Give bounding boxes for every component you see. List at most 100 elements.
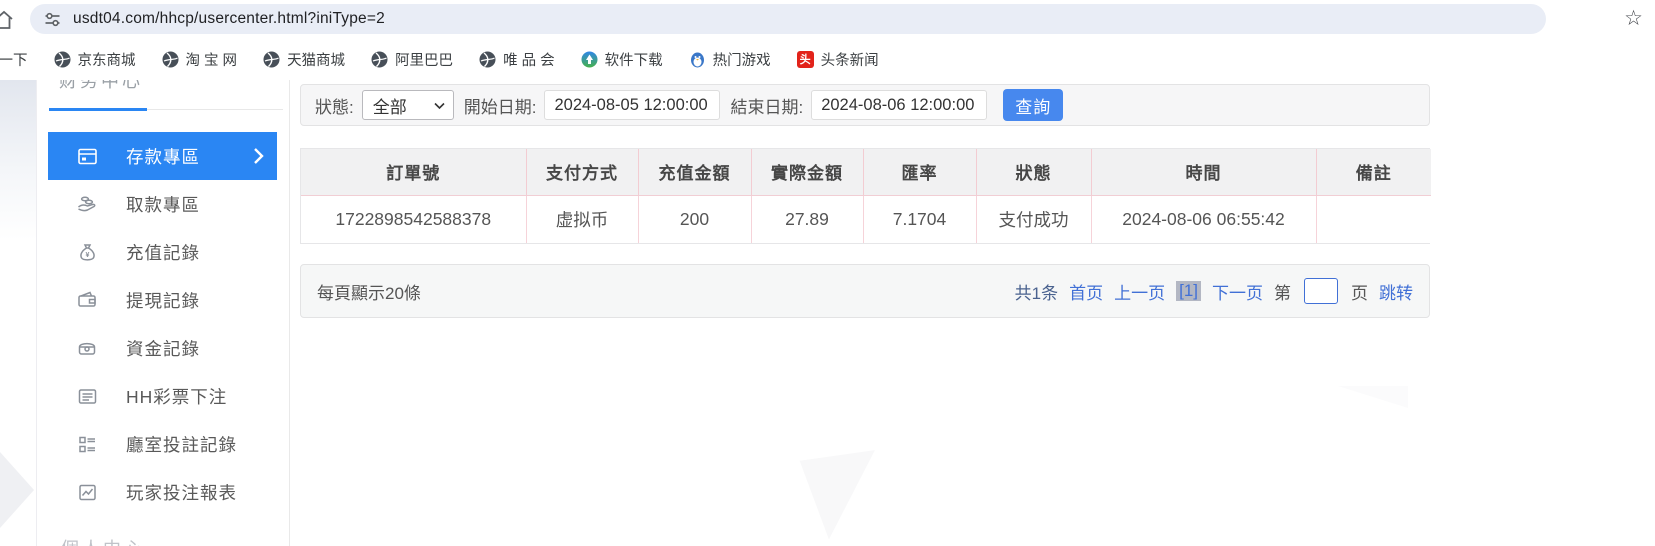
sidebar-item-label: 資金記錄 <box>126 336 200 361</box>
url-text: usdt04.com/hhcp/usercenter.html?iniType=… <box>73 10 385 28</box>
col-header-pay-method: 支付方式 <box>526 149 638 195</box>
toutiao-icon: 头 <box>797 51 814 68</box>
browser-toolbar: usdt04.com/hhcp/usercenter.html?iniType=… <box>0 0 1655 38</box>
jump-prefix-text: 第 <box>1274 279 1291 304</box>
deposit-card-icon <box>76 145 98 167</box>
decorative-triangle <box>1338 386 1408 408</box>
globe-icon <box>263 51 280 68</box>
bookmark-item[interactable]: 热门游戏 <box>689 49 771 70</box>
bookmark-item[interactable]: 京东商城 <box>54 49 136 70</box>
sidebar-item-label: 充值記錄 <box>126 240 200 265</box>
bookmark-item[interactable]: 度一下 <box>0 49 28 70</box>
cell-actual-amount: 27.89 <box>751 195 863 243</box>
start-date-label: 開始日期: <box>464 93 537 118</box>
cell-time: 2024-08-06 06:55:42 <box>1091 195 1316 243</box>
bookmark-item[interactable]: 头 头条新闻 <box>797 49 879 70</box>
sidebar-section-finance-clipped: 财务中心 <box>59 80 143 95</box>
col-header-time: 時間 <box>1091 149 1316 195</box>
search-button[interactable]: 查詢 <box>1003 89 1063 121</box>
pager-controls: 共1条 首页 上一页 [1] 下一页 第 页 跳转 <box>1015 278 1413 304</box>
bookmarks-bar: 度一下 京东商城 淘 宝 网 天猫商城 阿里巴巴 唯 品 会 软件下载 热门游 <box>0 38 1655 80</box>
cell-order-no: 1722898542588378 <box>301 195 526 243</box>
chevron-right-icon <box>252 147 264 170</box>
status-label: 狀態: <box>315 93 354 118</box>
home-icon[interactable] <box>0 8 16 37</box>
records-table-card: 訂單號 支付方式 充值金額 實際金額 匯率 狀態 時間 備註 172289854… <box>300 148 1430 244</box>
page-left-strip <box>0 80 37 546</box>
filter-bar: 狀態: 全部 開始日期: 結束日期: 查詢 <box>300 84 1430 126</box>
sidebar-item-label: 玩家投注報表 <box>126 480 237 505</box>
col-header-remark: 備註 <box>1316 149 1431 195</box>
section-underline <box>49 108 289 111</box>
globe-icon <box>54 51 71 68</box>
jump-page-input[interactable] <box>1304 278 1338 304</box>
col-header-actual-amount: 實際金額 <box>751 149 863 195</box>
page-size-text: 每頁顯示20條 <box>317 279 421 304</box>
sidebar-item-recharge-records[interactable]: ¥ 充值記錄 <box>48 228 277 276</box>
sidebar-item-deposit[interactable]: 存款專區 <box>48 132 277 180</box>
start-date-input[interactable] <box>544 90 720 120</box>
cell-remark <box>1316 195 1431 243</box>
money-bag-icon: ¥ <box>76 241 98 263</box>
cell-status: 支付成功 <box>976 195 1091 243</box>
status-select[interactable]: 全部 <box>362 90 454 120</box>
first-page-link[interactable]: 首页 <box>1069 279 1103 304</box>
sidebar: 财务中心 存款專區 <box>37 80 290 546</box>
address-bar[interactable]: usdt04.com/hhcp/usercenter.html?iniType=… <box>30 4 1546 34</box>
sidebar-item-label: 取款專區 <box>126 192 200 217</box>
software-download-icon <box>581 51 598 68</box>
hand-coin-icon <box>76 193 98 215</box>
bookmark-item[interactable]: 软件下载 <box>581 49 663 70</box>
sidebar-item-label: 廳室投註記錄 <box>126 432 237 457</box>
main-content: 狀態: 全部 開始日期: 結束日期: 查詢 訂單號 <box>300 84 1430 318</box>
sidebar-menu: 存款專區 取款專區 <box>48 132 277 516</box>
sidebar-section-personal-clipped: 個人中心 <box>61 535 145 546</box>
col-header-recharge-amount: 充值金額 <box>638 149 751 195</box>
cell-rate: 7.1704 <box>863 195 976 243</box>
cell-pay-method: 虚拟币 <box>526 195 638 243</box>
bookmark-item[interactable]: 淘 宝 网 <box>162 49 238 70</box>
end-date-input[interactable] <box>811 90 987 120</box>
prev-page-link[interactable]: 上一页 <box>1114 279 1165 304</box>
svg-text:¥: ¥ <box>85 251 89 258</box>
sidebar-item-fund-records[interactable]: 資金記錄 <box>48 324 277 372</box>
globe-icon <box>371 51 388 68</box>
bookmark-item[interactable]: 阿里巴巴 <box>371 49 453 70</box>
end-date-label: 結束日期: <box>730 93 803 118</box>
pagination-bar: 每頁顯示20條 共1条 首页 上一页 [1] 下一页 第 页 跳转 <box>300 264 1430 318</box>
table-header-row: 訂單號 支付方式 充值金額 實際金額 匯率 狀態 時間 備註 <box>301 149 1431 195</box>
bookmark-item[interactable]: 唯 品 会 <box>479 49 555 70</box>
bookmark-item[interactable]: 天猫商城 <box>263 49 345 70</box>
col-header-status: 狀態 <box>976 149 1091 195</box>
wallet-icon <box>76 289 98 311</box>
sidebar-item-hh-lottery-bets[interactable]: HH彩票下注 <box>48 372 277 420</box>
sidebar-item-withdrawal-records[interactable]: 提現記錄 <box>48 276 277 324</box>
cell-recharge-amount: 200 <box>638 195 751 243</box>
detailed-list-icon <box>76 433 98 455</box>
bookmark-star-icon[interactable]: ☆ <box>1624 4 1643 34</box>
sidebar-item-hall-bet-records[interactable]: 廳室投註記錄 <box>48 420 277 468</box>
status-select-value: 全部 <box>373 93 407 118</box>
table-row: 1722898542588378 虚拟币 200 27.89 7.1704 支付… <box>301 195 1431 243</box>
report-chart-icon <box>76 481 98 503</box>
col-header-order-no: 訂單號 <box>301 149 526 195</box>
jump-suffix-text: 页 <box>1351 279 1368 304</box>
records-table: 訂單號 支付方式 充值金額 實際金額 匯率 狀態 時間 備註 172289854… <box>301 149 1431 243</box>
globe-icon <box>479 51 496 68</box>
browser-window: usdt04.com/hhcp/usercenter.html?iniType=… <box>0 0 1655 546</box>
chevron-down-icon <box>434 95 445 115</box>
sidebar-item-label: 提現記錄 <box>126 288 200 313</box>
purse-icon <box>76 337 98 359</box>
sidebar-item-label: HH彩票下注 <box>126 384 227 409</box>
jump-button[interactable]: 跳转 <box>1379 279 1413 304</box>
game-penguin-icon <box>689 51 706 68</box>
sidebar-item-player-bet-report[interactable]: 玩家投注報表 <box>48 468 277 516</box>
total-count-text: 共1条 <box>1015 279 1058 304</box>
globe-icon <box>162 51 179 68</box>
sidebar-item-withdraw[interactable]: 取款專區 <box>48 180 277 228</box>
site-info-icon[interactable] <box>44 11 61 28</box>
next-page-link[interactable]: 下一页 <box>1212 279 1263 304</box>
decorative-triangle <box>800 450 887 542</box>
current-page-indicator: [1] <box>1176 281 1201 301</box>
sidebar-item-label: 存款專區 <box>126 144 200 169</box>
